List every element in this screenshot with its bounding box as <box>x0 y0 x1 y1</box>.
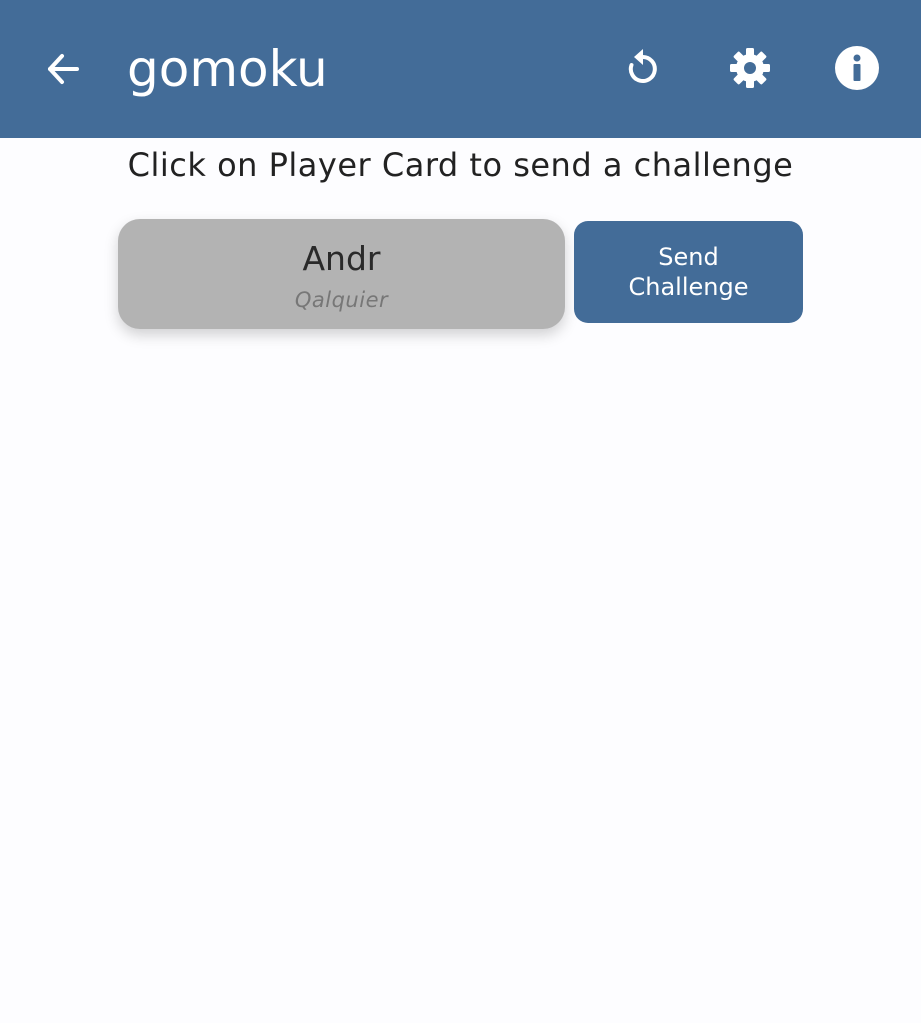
gear-icon <box>730 48 770 88</box>
send-challenge-button[interactable]: Send Challenge <box>574 221 803 323</box>
settings-button[interactable] <box>722 40 778 96</box>
refresh-button[interactable] <box>615 40 671 96</box>
arrow-left-icon <box>48 54 79 84</box>
player-card[interactable]: Andr Qalquier <box>118 219 565 329</box>
instruction-text: Click on Player Card to send a challenge <box>127 146 794 184</box>
send-challenge-label: Send Challenge <box>628 243 749 301</box>
player-subtitle: Qalquier <box>294 288 389 312</box>
app-bar: gomoku <box>0 0 921 138</box>
back-button[interactable] <box>38 44 88 94</box>
info-icon <box>835 46 879 90</box>
info-button[interactable] <box>829 40 885 96</box>
refresh-icon <box>628 49 657 83</box>
app-title: gomoku <box>127 40 328 98</box>
player-name: Andr <box>302 239 381 278</box>
